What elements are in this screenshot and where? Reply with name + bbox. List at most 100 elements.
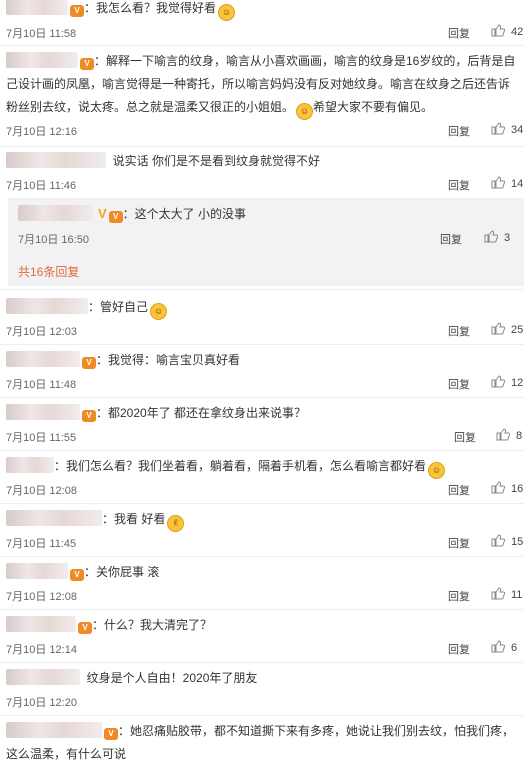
username-blurred[interactable] <box>6 0 68 15</box>
comment: V ：都2020年了 都还在拿纹身出来说事？ 7月10日 11:55 回复 8 <box>0 402 524 450</box>
comment: ：我们怎么看？我们坐着看，躺着看，隔着手机看，怎么看喻言都好看 ☺ 7月10日 1… <box>0 455 524 503</box>
username-blurred[interactable] <box>6 298 88 314</box>
username-blurred[interactable] <box>6 616 76 632</box>
divider <box>0 715 524 716</box>
thumbs-up-icon <box>496 428 511 441</box>
divider <box>0 609 524 610</box>
like-count: 3 <box>504 232 511 244</box>
timestamp: 7月10日 12:20 <box>6 697 77 709</box>
comment-text: 纹身是个人自由！2020年了朋友 <box>86 671 258 685</box>
reply-button[interactable]: 回复 <box>448 588 470 604</box>
timestamp: 7月10日 11:58 <box>6 28 77 40</box>
divider <box>0 662 524 663</box>
reply-button[interactable]: 回复 <box>448 177 470 193</box>
username-blurred[interactable] <box>6 510 102 526</box>
divider <box>0 344 524 345</box>
like-button[interactable]: 42 <box>491 24 523 38</box>
timestamp: 7月10日 12:03 <box>6 326 77 338</box>
reply-button[interactable]: 回复 <box>440 231 462 247</box>
thumbs-up-icon <box>491 375 506 388</box>
thumbs-up-icon <box>491 24 506 37</box>
username-blurred[interactable] <box>18 205 94 221</box>
ok-hand-emoji-icon: ✌ <box>167 515 185 532</box>
vip-icon: V <box>82 357 96 369</box>
divider <box>0 503 524 504</box>
reply-button[interactable]: 回复 <box>454 429 476 445</box>
timestamp: 7月10日 11:55 <box>6 432 77 444</box>
username-blurred[interactable] <box>6 152 106 168</box>
comment-text: ：我们怎么看？我们坐着看，躺着看，隔着手机看，怎么看喻言都好看 <box>54 459 427 473</box>
timestamp: 7月10日 12:08 <box>6 485 77 497</box>
like-button[interactable]: 34 <box>491 122 523 136</box>
like-button[interactable]: 14 <box>491 176 523 190</box>
comment-text: ：我觉得：喻言宝贝真好看 <box>96 353 241 367</box>
like-button[interactable]: 25 <box>491 322 523 336</box>
like-button[interactable]: 15 <box>491 534 523 548</box>
comment: V ：她忍痛贴胶带，都不知道撕下来有多疼，她说让我们别去纹，怕我们疼，这么温柔，有… <box>0 720 524 776</box>
like-count: 42 <box>511 26 524 38</box>
reply-button[interactable]: 回复 <box>448 535 470 551</box>
like-count: 11 <box>511 589 523 601</box>
timestamp: 7月10日 12:08 <box>6 591 77 603</box>
vip-icon: V <box>104 728 118 740</box>
like-button[interactable]: 11 <box>491 587 522 601</box>
comment: 说实话 你们是不是看到纹身就觉得不好 7月10日 11:46 回复 14 <box>0 150 524 198</box>
timestamp: 7月10日 16:50 <box>18 234 89 246</box>
more-replies-link[interactable]: 共16条回复 <box>18 263 79 280</box>
divider <box>0 289 524 290</box>
comment-text: ：都2020年了 都还在拿纹身出来说事？ <box>96 406 307 420</box>
comment: ：管好自己 ☺ 7月10日 12:03 回复 25 <box>0 296 524 344</box>
username-blurred[interactable] <box>6 351 80 367</box>
comment-text-tail: 希望大家不要有偏见。 <box>313 100 434 114</box>
timestamp: 7月10日 12:16 <box>6 126 77 138</box>
comment: 纹身是个人自由！2020年了朋友 7月10日 12:20 <box>0 667 524 715</box>
divider <box>0 45 524 46</box>
smile-emoji-icon: ☺ <box>150 303 168 320</box>
comment: V ：解释一下喻言的纹身，喻言从小喜欢画画，喻言的纹身是16岁纹的，后背是自己设计… <box>0 50 524 142</box>
reply-button[interactable]: 回复 <box>448 323 470 339</box>
comment-text: ：我怎么看？我觉得好看 <box>84 1 217 15</box>
timestamp: 7月10日 11:46 <box>6 180 77 192</box>
divider <box>0 450 524 451</box>
reply-button[interactable]: 回复 <box>448 25 470 41</box>
like-button[interactable]: 16 <box>491 481 523 495</box>
like-button[interactable]: 3 <box>484 230 510 244</box>
timestamp: 7月10日 11:45 <box>6 538 77 550</box>
comment: V ：我觉得：喻言宝贝真好看 7月10日 11:48 回复 12 <box>0 349 524 397</box>
reply-button[interactable]: 回复 <box>448 123 470 139</box>
username-blurred[interactable] <box>6 722 102 738</box>
like-button[interactable]: 12 <box>491 375 523 389</box>
vip-icon: V <box>70 569 84 581</box>
comment-text: 说实话 你们是不是看到纹身就觉得不好 <box>112 154 321 168</box>
divider <box>0 146 524 147</box>
comment-text: ：什么？我大清完了？ <box>92 618 213 632</box>
username-blurred[interactable] <box>6 404 80 420</box>
username-blurred[interactable] <box>6 669 80 685</box>
reply-text: ：这个太大了 小的没事 <box>122 207 247 221</box>
divider <box>0 397 524 398</box>
username-blurred[interactable] <box>6 563 68 579</box>
thumbs-up-icon <box>484 230 499 243</box>
thumbs-up-icon <box>491 176 506 189</box>
smile-emoji-icon: ☺ <box>218 4 236 21</box>
thumbs-up-icon <box>491 640 506 653</box>
vip-icon: V <box>108 211 123 223</box>
thumbs-up-icon <box>491 534 506 547</box>
vip-icon: V <box>82 410 96 422</box>
like-count: 8 <box>516 430 523 442</box>
username-blurred[interactable] <box>6 457 54 473</box>
like-button[interactable]: 6 <box>491 640 517 654</box>
like-count: 25 <box>511 324 524 336</box>
comment: ：我看 好看 ✌ 7月10日 11:45 回复 15 <box>0 508 524 556</box>
reply-button[interactable]: 回复 <box>448 376 470 392</box>
surprised-emoji-icon: ☺ <box>428 462 446 479</box>
like-count: 12 <box>511 377 524 389</box>
thumbs-up-icon <box>491 481 506 494</box>
like-count: 34 <box>511 124 524 136</box>
comment-text: ：关你屁事 滚 <box>84 565 160 579</box>
reply-button[interactable]: 回复 <box>448 482 470 498</box>
like-button[interactable]: 8 <box>496 428 522 442</box>
reply-button[interactable]: 回复 <box>448 641 470 657</box>
username-blurred[interactable] <box>6 52 78 68</box>
thumbs-up-icon <box>491 122 506 135</box>
